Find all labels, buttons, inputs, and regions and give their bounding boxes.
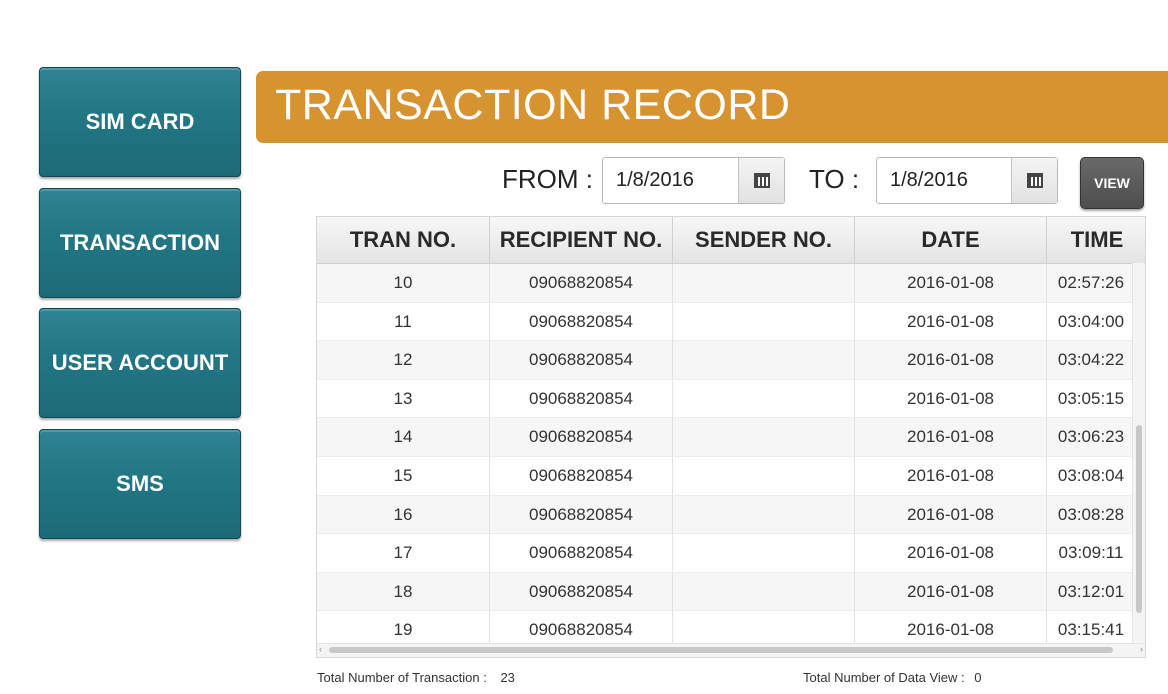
table-cell-recipient-no: 09068820854 xyxy=(490,534,673,573)
page-title: TRANSACTION RECORD xyxy=(275,81,791,129)
total-data-view: Total Number of Data View : 0 xyxy=(803,670,981,685)
table-row[interactable]: 11 09068820854 2016-01-08 03:04:00 xyxy=(317,302,1135,342)
table-cell-recipient-no: 09068820854 xyxy=(490,379,673,418)
table-cell-sender-no xyxy=(673,379,855,418)
to-calendar-button[interactable] xyxy=(1011,158,1057,203)
vertical-scrollbar[interactable] xyxy=(1132,263,1145,645)
table-cell-date: 2016-01-08 xyxy=(855,495,1047,534)
table-cell-tran-no: 16 xyxy=(317,495,490,534)
to-label: TO : xyxy=(809,164,860,194)
to-date-picker xyxy=(876,157,1058,204)
table-cell-recipient-no: 09068820854 xyxy=(490,418,673,457)
vertical-scroll-thumb[interactable] xyxy=(1136,425,1142,613)
page-header: TRANSACTION RECORD xyxy=(256,71,1168,143)
view-button[interactable]: VIEW xyxy=(1080,157,1144,209)
calendar-icon xyxy=(753,173,770,188)
table-cell-date: 2016-01-08 xyxy=(855,418,1047,457)
table-cell-recipient-no: 09068820854 xyxy=(490,341,673,380)
total-transactions: Total Number of Transaction : 23 xyxy=(317,670,515,685)
scroll-left-icon[interactable]: ‹ xyxy=(319,644,322,654)
table-cell-recipient-no: 09068820854 xyxy=(490,302,673,341)
sidebar-item-label: TRANSACTION xyxy=(59,230,221,255)
table-cell-sender-no xyxy=(673,302,855,341)
sidebar-item-sim-card[interactable]: SIM CARD xyxy=(39,67,241,177)
sidebar-item-label: SIM CARD xyxy=(85,109,195,134)
table-cell-time: 03:08:04 xyxy=(1057,465,1125,485)
table-cell-date: 2016-01-08 xyxy=(855,572,1047,611)
table-cell-recipient-no: 09068820854 xyxy=(490,456,673,495)
column-header-time[interactable]: TIME xyxy=(1047,217,1145,263)
table-cell-tran-no: 13 xyxy=(317,379,490,418)
sidebar-item-transaction[interactable]: TRANSACTION xyxy=(39,188,241,298)
column-header-recipient-no[interactable]: RECIPIENT NO. xyxy=(490,217,673,263)
horizontal-scroll-thumb[interactable] xyxy=(329,647,1113,653)
from-label: FROM : xyxy=(502,164,593,194)
table-row[interactable]: 12 09068820854 2016-01-08 03:04:22 xyxy=(317,341,1135,380)
table-row[interactable]: 10 09068820854 2016-01-08 02:57:26 xyxy=(317,264,1135,303)
table-cell-recipient-no: 09068820854 xyxy=(490,495,673,534)
table-cell-tran-no: 10 xyxy=(317,264,490,302)
table-cell-tran-no: 14 xyxy=(317,418,490,457)
column-header-tran-no[interactable]: TRAN NO. xyxy=(317,217,490,263)
table-cell-date: 2016-01-08 xyxy=(855,379,1047,418)
total-transactions-label: Total Number of Transaction : xyxy=(317,670,487,685)
table-row[interactable]: 13 09068820854 2016-01-08 03:05:15 xyxy=(317,379,1135,419)
scroll-right-icon[interactable]: › xyxy=(1140,644,1143,654)
table-header: TRAN NO. RECIPIENT NO. SENDER NO. DATE T… xyxy=(317,217,1145,264)
table-cell-tran-no: 15 xyxy=(317,456,490,495)
table-cell-tran-no: 18 xyxy=(317,572,490,611)
table-cell-sender-no xyxy=(673,572,855,611)
table-row[interactable]: 17 09068820854 2016-01-08 03:09:11 xyxy=(317,534,1135,573)
table-cell-sender-no xyxy=(673,456,855,495)
table-cell-date: 2016-01-08 xyxy=(855,456,1047,495)
from-calendar-button[interactable] xyxy=(738,158,784,203)
total-transactions-value: 23 xyxy=(500,670,515,685)
sidebar-item-sms[interactable]: SMS xyxy=(39,429,241,539)
table-cell-sender-no xyxy=(673,341,855,380)
table-cell-time: 03:06:23 xyxy=(1057,427,1125,447)
table-cell-time: 03:05:15 xyxy=(1057,388,1125,408)
table-row[interactable]: 15 09068820854 2016-01-08 03:08:04 xyxy=(317,456,1135,496)
total-data-view-label: Total Number of Data View : xyxy=(803,670,965,685)
table-cell-date: 2016-01-08 xyxy=(855,264,1047,302)
table-cell-time: 03:12:01 xyxy=(1057,581,1125,601)
table-cell-sender-no xyxy=(673,264,855,302)
table-cell-sender-no xyxy=(673,534,855,573)
table-cell-recipient-no: 09068820854 xyxy=(490,572,673,611)
table-body: 10 09068820854 2016-01-08 02:57:26 11 0906882… xyxy=(317,264,1135,650)
from-date-picker xyxy=(602,157,785,204)
table-row[interactable]: 16 09068820854 2016-01-08 03:08:28 xyxy=(317,495,1135,535)
sidebar-item-label: USER ACCOUNT xyxy=(51,350,229,375)
table-cell-time: 03:04:22 xyxy=(1057,350,1125,370)
table-cell-time: 03:04:00 xyxy=(1057,311,1125,331)
table-row[interactable]: 18 09068820854 2016-01-08 03:12:01 xyxy=(317,572,1135,612)
table-cell-time: 03:08:28 xyxy=(1057,504,1125,524)
table-cell-tran-no: 17 xyxy=(317,534,490,573)
from-date-input[interactable] xyxy=(603,158,739,203)
table-row[interactable]: 14 09068820854 2016-01-08 03:06:23 xyxy=(317,418,1135,457)
sidebar-item-user-account[interactable]: USER ACCOUNT xyxy=(39,308,241,418)
table-cell-date: 2016-01-08 xyxy=(855,302,1047,341)
table-cell-date: 2016-01-08 xyxy=(855,534,1047,573)
sidebar-item-label: SMS xyxy=(116,471,164,496)
table-cell-tran-no: 11 xyxy=(317,302,490,341)
table-cell-sender-no xyxy=(673,418,855,457)
table-cell-time: 03:09:11 xyxy=(1058,543,1124,563)
table-cell-recipient-no: 09068820854 xyxy=(490,264,673,302)
calendar-icon xyxy=(1026,173,1043,188)
column-header-sender-no[interactable]: SENDER NO. xyxy=(673,217,855,263)
to-date-input[interactable] xyxy=(877,158,1013,203)
table-cell-sender-no xyxy=(673,495,855,534)
table-cell-date: 2016-01-08 xyxy=(855,341,1047,380)
table-cell-time: 02:57:26 xyxy=(1057,273,1125,292)
transaction-table: TRAN NO. RECIPIENT NO. SENDER NO. DATE T… xyxy=(316,216,1146,658)
table-cell-tran-no: 12 xyxy=(317,341,490,380)
column-header-date[interactable]: DATE xyxy=(855,217,1047,263)
horizontal-scrollbar[interactable]: ‹ › xyxy=(317,643,1145,657)
total-data-view-value: 0 xyxy=(974,670,982,685)
